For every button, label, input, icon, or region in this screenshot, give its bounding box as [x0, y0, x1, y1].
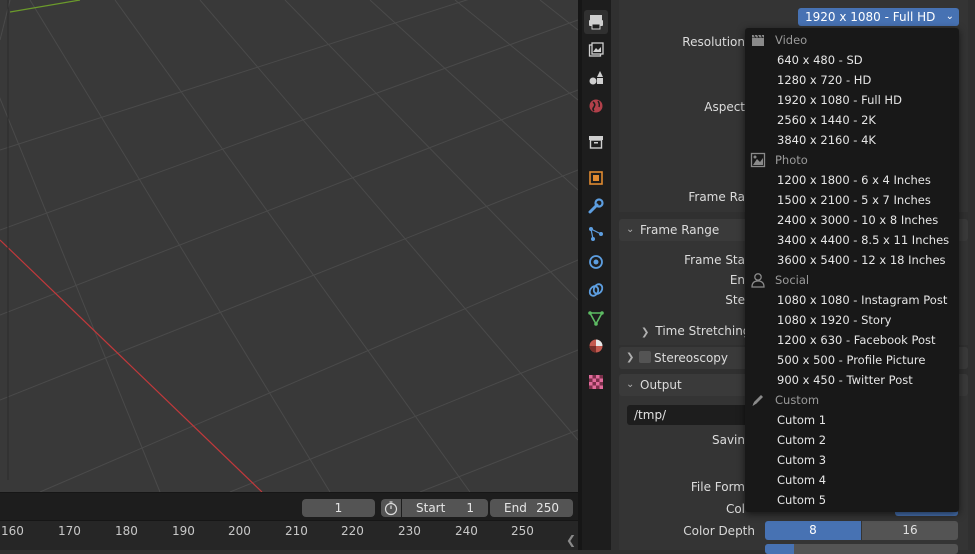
view-layer-icon[interactable] [584, 66, 608, 90]
end-label: End [504, 501, 527, 515]
stereoscopy-title: Stereoscopy [654, 351, 729, 365]
menu-item[interactable]: 3600 x 5400 - 12 x 18 Inches [777, 250, 946, 270]
ruler-tick: 220 [341, 524, 364, 538]
compression-slider[interactable] [765, 544, 958, 554]
menu-item[interactable]: 1200 x 630 - Facebook Post [777, 330, 936, 350]
ruler-tick: 190 [172, 524, 195, 538]
start-frame-field[interactable]: Start 1 [402, 499, 488, 517]
constraints-icon[interactable] [584, 278, 608, 302]
timeline-header: 1 Start 1 End 250 [0, 492, 578, 521]
image-icon [750, 152, 766, 168]
compression-fill [765, 544, 794, 554]
ruler-tick: 250 [511, 524, 534, 538]
output-icon[interactable] [584, 38, 608, 62]
ruler-tick: 180 [115, 524, 138, 538]
menu-item[interactable]: 900 x 450 - Twitter Post [777, 370, 913, 390]
ruler-tick: 200 [228, 524, 251, 538]
color-label: Col [725, 502, 745, 516]
stereoscopy-checkbox[interactable] [639, 351, 651, 363]
menu-item[interactable]: 1080 x 1080 - Instagram Post [777, 290, 947, 310]
ruler-tick: 160 [1, 524, 24, 538]
frame-start-label: Frame Sta [684, 253, 745, 267]
time-stretching-label: Time Stretching [655, 324, 751, 338]
frame-rate-label: Frame Ra [688, 190, 745, 204]
ruler-tick: 170 [58, 524, 81, 538]
frame-end-label: En [729, 273, 745, 287]
y-axis-line [9, 0, 81, 13]
collection-icon[interactable] [584, 130, 608, 154]
viewport-scrollbar[interactable] [0, 0, 16, 492]
timeline-ruler[interactable]: 160 170 180 190 200 210 220 230 240 250 [0, 520, 578, 550]
menu-item[interactable]: Cutom 1 [777, 410, 826, 430]
chevron-down-icon: ⌄ [626, 379, 635, 390]
menu-item[interactable]: 1920 x 1080 - Full HD [777, 90, 902, 110]
menu-category-social: Social [775, 273, 810, 287]
ruler-tick: 240 [455, 524, 478, 538]
texture-icon[interactable] [584, 370, 608, 394]
menu-item[interactable]: 2400 x 3000 - 10 x 8 Inches [777, 210, 938, 230]
material-icon[interactable] [584, 334, 608, 358]
x-axis-line [0, 239, 263, 492]
current-frame-field[interactable]: 1 [302, 499, 375, 517]
color-depth-16-button[interactable]: 16 [862, 521, 958, 540]
aspect-label: Aspect [704, 100, 745, 114]
mesh-data-icon[interactable] [584, 306, 608, 330]
object-icon[interactable] [584, 166, 608, 190]
chevron-right-icon: ❯ [626, 352, 635, 363]
particles-icon[interactable] [584, 222, 608, 246]
3d-viewport[interactable] [0, 0, 578, 492]
menu-item[interactable]: 3840 x 2160 - 4K [777, 130, 876, 150]
menu-category-video: Video [775, 33, 808, 47]
menu-item[interactable]: Cutom 2 [777, 430, 826, 450]
menu-item[interactable]: Cutom 3 [777, 450, 826, 470]
ruler-tick: 210 [285, 524, 308, 538]
menu-item[interactable]: 1200 x 1800 - 6 x 4 Inches [777, 170, 931, 190]
menu-item[interactable]: Cutom 4 [777, 470, 826, 490]
chevron-right-icon: ❯ [641, 327, 650, 338]
frame-step-label: Ste [725, 293, 745, 307]
render-icon[interactable] [584, 10, 608, 34]
time-stretching-subpanel[interactable]: ❯ Time Stretching [641, 324, 750, 338]
start-value: 1 [466, 501, 474, 515]
clapperboard-icon [752, 34, 764, 46]
ruler-tick: 230 [398, 524, 421, 538]
menu-item[interactable]: 1080 x 1920 - Story [777, 310, 892, 330]
menu-item[interactable]: 1280 x 720 - HD [777, 70, 871, 90]
properties-tabs [582, 0, 611, 550]
resolution-preset-value: 1920 x 1080 - Full HD [805, 10, 936, 24]
world-icon[interactable] [584, 94, 608, 118]
resolution-label: Resolution [682, 35, 745, 49]
menu-item[interactable]: 500 x 500 - Profile Picture [777, 350, 925, 370]
color-depth-label: Color Depth [683, 524, 755, 538]
saving-label: Savin [711, 433, 745, 447]
menu-category-custom: Custom [775, 393, 820, 407]
chevron-left-icon[interactable]: ❮ [566, 533, 576, 547]
resolution-preset-dropdown[interactable]: 1920 x 1080 - Full HD ⌄ [798, 8, 959, 26]
end-value: 250 [536, 501, 559, 515]
resolution-preset-menu: Video 640 x 480 - SD 1280 x 720 - HD 192… [745, 28, 959, 512]
output-path-field[interactable]: /tmp/ [627, 405, 752, 425]
physics-icon[interactable] [584, 250, 608, 274]
menu-item[interactable]: 3400 x 4400 - 8.5 x 11 Inches [777, 230, 949, 250]
menu-category-photo: Photo [775, 153, 808, 167]
menu-item[interactable]: 1500 x 2100 - 5 x 7 Inches [777, 190, 931, 210]
color-depth-8-button[interactable]: 8 [765, 521, 861, 540]
pencil-icon [752, 395, 763, 406]
chevron-down-icon: ⌄ [626, 224, 635, 235]
menu-item[interactable]: Cutom 5 [777, 490, 826, 510]
modifier-wrench-icon[interactable] [584, 194, 608, 218]
viewport-grid [0, 0, 578, 492]
auto-keying-stopwatch-icon[interactable] [381, 499, 401, 517]
frame-range-title: Frame Range [640, 223, 720, 237]
output-title: Output [640, 378, 682, 392]
end-frame-field[interactable]: End 250 [490, 499, 573, 517]
file-format-label: File Form [690, 480, 745, 494]
user-icon [751, 273, 765, 288]
menu-item[interactable]: 640 x 480 - SD [777, 50, 863, 70]
start-label: Start [416, 501, 446, 515]
menu-item[interactable]: 2560 x 1440 - 2K [777, 110, 876, 130]
chevron-down-icon: ⌄ [945, 11, 954, 22]
